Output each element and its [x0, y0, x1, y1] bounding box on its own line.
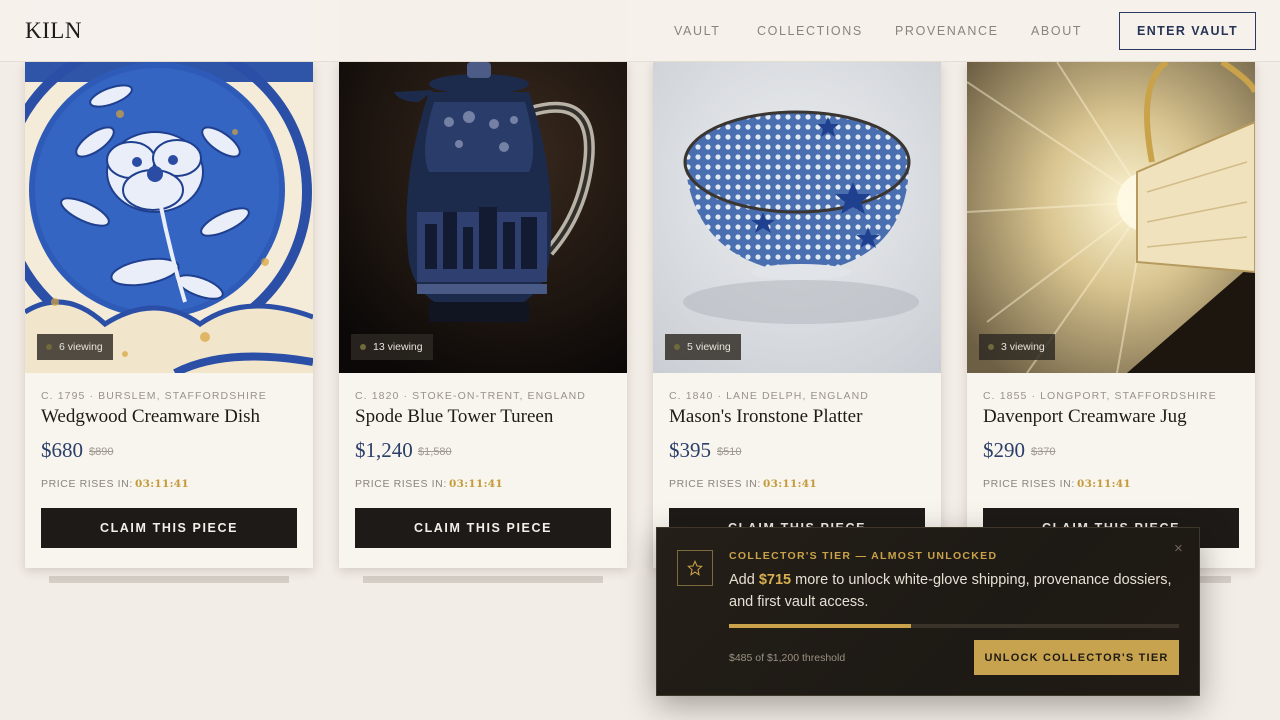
nav-collections[interactable]: COLLECTIONS [757, 24, 863, 38]
price-rise-label: PRICE RISES IN: [355, 478, 447, 490]
product-image-castle-jug[interactable]: 13 viewing [339, 62, 627, 373]
price-rise-timer: 03:11:41 [1077, 478, 1131, 490]
popup-eyebrow: COLLECTOR'S TIER — ALMOST UNLOCKED [729, 550, 998, 562]
top-navigation: KILN VAULT COLLECTIONS PROVENANCE ABOUT … [0, 0, 1280, 62]
price-rise-timer: 03:11:41 [449, 478, 503, 490]
product-card: 5 viewing C. 1840 · LANE DELPH, ENGLAND … [653, 62, 941, 568]
nav-provenance[interactable]: PROVENANCE [895, 24, 999, 38]
logo[interactable]: KILN [25, 18, 82, 44]
amount-remaining: $715 [758, 572, 792, 588]
item-provenance: C. 1855 · LONGPORT, STAFFORDSHIRE [983, 390, 1217, 402]
threshold-text: $485 of $1,200 threshold [729, 652, 846, 664]
item-provenance: C. 1840 · LANE DELPH, ENGLAND [669, 390, 869, 402]
product-image-cream-jug[interactable]: 3 viewing [967, 62, 1255, 373]
live-dot-icon [46, 344, 52, 350]
product-image-floral-plate[interactable]: 6 viewing [25, 62, 313, 373]
tier-progress-bar [729, 624, 1179, 628]
viewers-badge: 13 viewing [351, 334, 433, 360]
live-dot-icon [988, 344, 994, 350]
viewers-badge: 5 viewing [665, 334, 741, 360]
price-rise-label: PRICE RISES IN: [41, 478, 133, 490]
viewers-badge: 6 viewing [37, 334, 113, 360]
unlock-tier-button[interactable]: UNLOCK COLLECTOR'S TIER [974, 640, 1179, 675]
item-title[interactable]: Wedgwood Creamware Dish [41, 406, 260, 428]
price-rise-label: PRICE RISES IN: [669, 478, 761, 490]
claim-button[interactable]: CLAIM THIS PIECE [355, 508, 611, 548]
item-old-price: $510 [717, 446, 742, 458]
item-provenance: C. 1795 · BURSLEM, STAFFORDSHIRE [41, 390, 267, 402]
item-title[interactable]: Spode Blue Tower Tureen [355, 406, 553, 428]
price-rise-timer: 03:11:41 [135, 478, 189, 490]
tier-progress-fill [729, 624, 911, 628]
card-shadow [49, 576, 289, 583]
card-shadow [363, 576, 603, 583]
item-old-price: $890 [89, 446, 114, 458]
star-icon [677, 550, 713, 586]
live-dot-icon [674, 344, 680, 350]
collector-tier-popup: × COLLECTOR'S TIER — ALMOST UNLOCKED Add… [656, 527, 1200, 696]
product-card: 6 viewing C. 1795 · BURSLEM, STAFFORDSHI… [25, 62, 313, 568]
popup-message: Add $715 more to unlock white-glove ship… [729, 572, 1172, 610]
item-price: $1,240 [355, 438, 413, 462]
item-title[interactable]: Mason's Ironstone Platter [669, 406, 862, 428]
nav-vault[interactable]: VAULT [674, 24, 720, 38]
price-rise-label: PRICE RISES IN: [983, 478, 1075, 490]
item-old-price: $370 [1031, 446, 1056, 458]
live-dot-icon [360, 344, 366, 350]
enter-vault-button[interactable]: ENTER VAULT [1119, 12, 1256, 50]
claim-button[interactable]: CLAIM THIS PIECE [41, 508, 297, 548]
product-card: 3 viewing C. 1855 · LONGPORT, STAFFORDSH… [967, 62, 1255, 568]
nav-about[interactable]: ABOUT [1031, 24, 1082, 38]
item-title[interactable]: Davenport Creamware Jug [983, 406, 1187, 428]
item-price: $680 [41, 438, 83, 462]
product-image-bowl[interactable]: 5 viewing [653, 62, 941, 373]
viewers-badge: 3 viewing [979, 334, 1055, 360]
item-price: $395 [669, 438, 711, 462]
item-price: $290 [983, 438, 1025, 462]
product-card: 13 viewing C. 1820 · STOKE-ON-TRENT, ENG… [339, 62, 627, 568]
close-icon[interactable]: × [1174, 541, 1183, 556]
price-rise-timer: 03:11:41 [763, 478, 817, 490]
item-old-price: $1,580 [418, 446, 452, 458]
item-provenance: C. 1820 · STOKE-ON-TRENT, ENGLAND [355, 390, 586, 402]
